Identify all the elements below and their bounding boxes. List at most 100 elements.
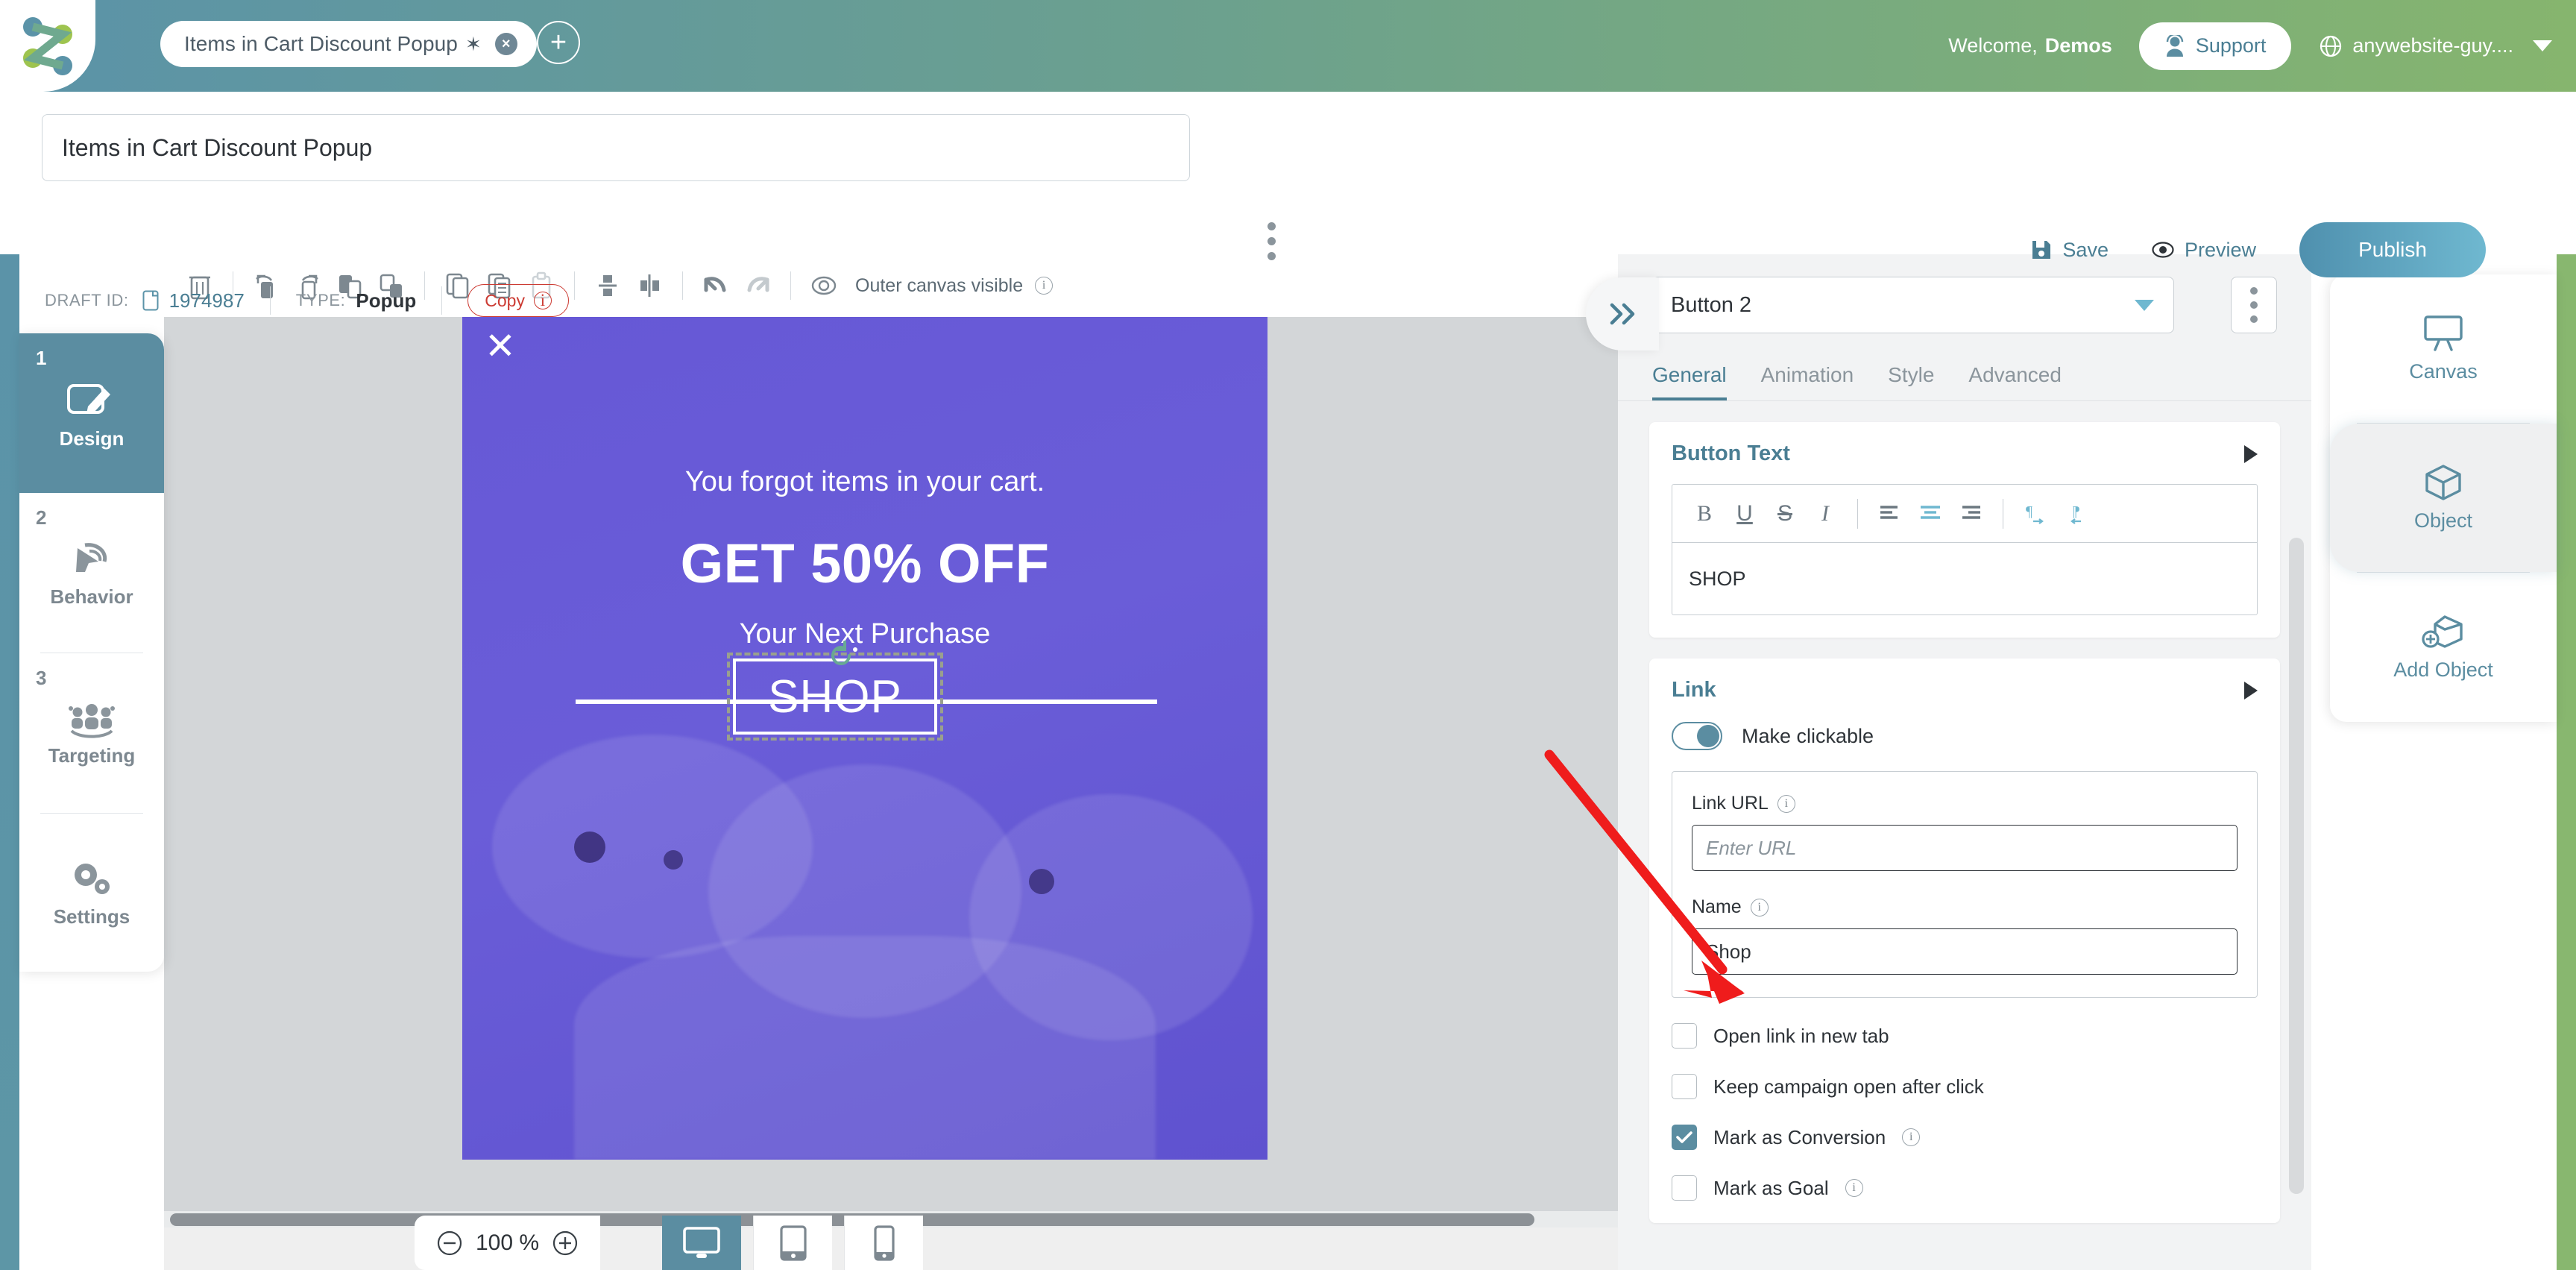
device-mobile-button[interactable]: [844, 1216, 923, 1270]
save-button[interactable]: Save: [2031, 239, 2109, 262]
chevron-double-right-icon: [1610, 303, 1635, 325]
ltr-direction-icon[interactable]: ¶: [2017, 495, 2054, 532]
rail-label-object: Object: [2413, 509, 2473, 532]
step-label-targeting: Targeting: [48, 744, 136, 767]
copy-info-icon[interactable]: i: [533, 291, 552, 309]
rtl-direction-icon[interactable]: ¶: [2057, 495, 2094, 532]
collapse-panel-button[interactable]: [1586, 277, 1659, 350]
copy-badge[interactable]: Copy i: [467, 284, 569, 317]
minus-circle-icon[interactable]: [437, 1230, 462, 1256]
sidebar-item-behavior[interactable]: 2 Behavior: [19, 493, 164, 653]
popup-subheadline-bottom[interactable]: Your Next Purchase: [462, 618, 1267, 650]
checkbox-mark-goal[interactable]: Mark as Goal i: [1672, 1175, 2258, 1201]
checkbox-mark-conversion-box[interactable]: [1672, 1125, 1697, 1150]
link-url-info-icon[interactable]: i: [1777, 794, 1795, 813]
button-text-value[interactable]: SHOP: [1672, 543, 2257, 614]
checkbox-mark-conversion[interactable]: Mark as Conversion i: [1672, 1125, 2258, 1150]
link-url-input[interactable]: [1692, 825, 2238, 871]
object-selector-dropdown[interactable]: Button 2: [1652, 277, 2174, 333]
make-clickable-row[interactable]: Make clickable: [1672, 722, 2258, 750]
save-label: Save: [2062, 238, 2109, 261]
object-more-menu-icon[interactable]: [2231, 277, 2277, 333]
svg-text:¶: ¶: [2026, 503, 2032, 520]
tab-general[interactable]: General: [1652, 363, 1727, 400]
checkbox-open-new-tab[interactable]: Open link in new tab: [1672, 1023, 2258, 1049]
sidebar-item-design[interactable]: 1 Design: [19, 333, 164, 493]
outer-canvas-eye-icon[interactable]: [803, 265, 845, 307]
plus-circle-icon[interactable]: [552, 1230, 578, 1256]
properties-panel: Button 2 General Animation Style Advance…: [1618, 254, 2311, 1270]
campaign-tab[interactable]: Items in Cart Discount Popup ✶ ×: [160, 21, 537, 67]
site-selector[interactable]: anywebsite-guy....: [2320, 34, 2513, 57]
preview-label: Preview: [2184, 238, 2256, 261]
phone-icon: [873, 1225, 895, 1261]
link-name-info-icon[interactable]: i: [1750, 898, 1769, 917]
popup-close-icon[interactable]: ✕: [485, 327, 516, 365]
italic-icon[interactable]: I: [1807, 495, 1844, 532]
welcome-user: Demos: [2044, 34, 2112, 57]
outer-canvas-info-icon[interactable]: i: [1035, 277, 1054, 295]
publish-button[interactable]: Publish: [2299, 222, 2486, 277]
meta-divider: [269, 286, 271, 315]
tab-animation[interactable]: Animation: [1761, 363, 1854, 400]
redo-icon[interactable]: [737, 265, 778, 307]
rail-item-object[interactable]: Object: [2330, 424, 2557, 572]
canvas-stage[interactable]: ✕ You forgot items in your cart. GET 50%…: [164, 317, 1618, 1227]
align-left-icon[interactable]: [1871, 495, 1909, 532]
checkbox-keep-open-box[interactable]: [1672, 1074, 1697, 1099]
support-button[interactable]: Support: [2138, 22, 2292, 70]
type-value: Popup: [356, 289, 417, 312]
checkbox-keep-open[interactable]: Keep campaign open after click: [1672, 1074, 2258, 1099]
sidebar-item-settings[interactable]: Settings: [19, 814, 164, 972]
rotate-handle-icon[interactable]: [824, 638, 860, 673]
checkbox-mark-goal-box[interactable]: [1672, 1175, 1697, 1201]
button-text-header[interactable]: Button Text: [1672, 441, 2258, 466]
add-tab-icon[interactable]: +: [537, 21, 580, 64]
align-horizontal-center-icon[interactable]: [629, 265, 670, 307]
link-header[interactable]: Link: [1672, 678, 2258, 702]
bold-icon[interactable]: B: [1686, 495, 1723, 532]
triangle-right-icon-link[interactable]: [2244, 681, 2258, 700]
link-name-input[interactable]: [1692, 928, 2238, 975]
chevron-down-icon[interactable]: [2533, 40, 2552, 51]
tab-advanced[interactable]: Advanced: [1968, 363, 2062, 400]
popup-subheadline-top[interactable]: You forgot items in your cart.: [462, 466, 1267, 498]
brand-logo-icon[interactable]: [19, 15, 76, 78]
rail-item-canvas[interactable]: Canvas: [2330, 274, 2557, 423]
mark-goal-info-icon[interactable]: i: [1845, 1179, 1863, 1197]
device-tablet-button[interactable]: [753, 1216, 832, 1270]
underline-icon[interactable]: U: [1726, 495, 1763, 532]
preview-button[interactable]: Preview: [2152, 239, 2256, 262]
rich-text-toolbar: B U S I ¶ ¶: [1672, 485, 2257, 543]
popup-headline[interactable]: GET 50% OFF: [462, 532, 1267, 595]
align-center-icon[interactable]: [1912, 495, 1949, 532]
object-rail: Canvas Object Add Object: [2330, 274, 2557, 722]
mark-conversion-info-icon[interactable]: i: [1902, 1128, 1921, 1146]
checkbox-open-new-tab-label: Open link in new tab: [1713, 1024, 1889, 1047]
properties-scrollbar-thumb[interactable]: [2289, 538, 2304, 1194]
undo-icon[interactable]: [695, 265, 737, 307]
sidebar-item-targeting[interactable]: 3 Targeting: [19, 653, 164, 813]
strikethrough-icon[interactable]: S: [1766, 495, 1804, 532]
campaign-name-input[interactable]: [42, 114, 1190, 181]
align-right-icon[interactable]: [1952, 495, 1989, 532]
tab-style[interactable]: Style: [1888, 363, 1934, 400]
draft-id-value[interactable]: 1974987: [169, 289, 245, 312]
close-tab-icon[interactable]: ×: [494, 33, 517, 55]
device-desktop-button[interactable]: [662, 1216, 741, 1270]
draft-id-label: DRAFT ID:: [45, 291, 129, 309]
copy-label: Copy: [485, 290, 525, 310]
headset-person-icon: [2166, 34, 2184, 57]
unsaved-marker: ✶: [465, 32, 482, 55]
rail-item-add-object[interactable]: Add Object: [2330, 573, 2557, 721]
popup-preview[interactable]: ✕ You forgot items in your cart. GET 50%…: [462, 317, 1267, 1160]
add-cube-icon: [2422, 615, 2463, 648]
campaign-more-menu-icon[interactable]: [1267, 222, 1276, 260]
triangle-right-icon[interactable]: [2244, 444, 2258, 463]
campaign-titlebar: DRAFT ID: 1974987 TYPE: Popup Copy i: [0, 92, 2538, 317]
checkbox-open-new-tab-box[interactable]: [1672, 1023, 1697, 1049]
make-clickable-toggle[interactable]: [1672, 722, 1722, 750]
link-url-label: Link URL: [1692, 793, 1769, 814]
document-icon: [142, 290, 159, 311]
align-vertical-center-icon[interactable]: [587, 265, 629, 307]
